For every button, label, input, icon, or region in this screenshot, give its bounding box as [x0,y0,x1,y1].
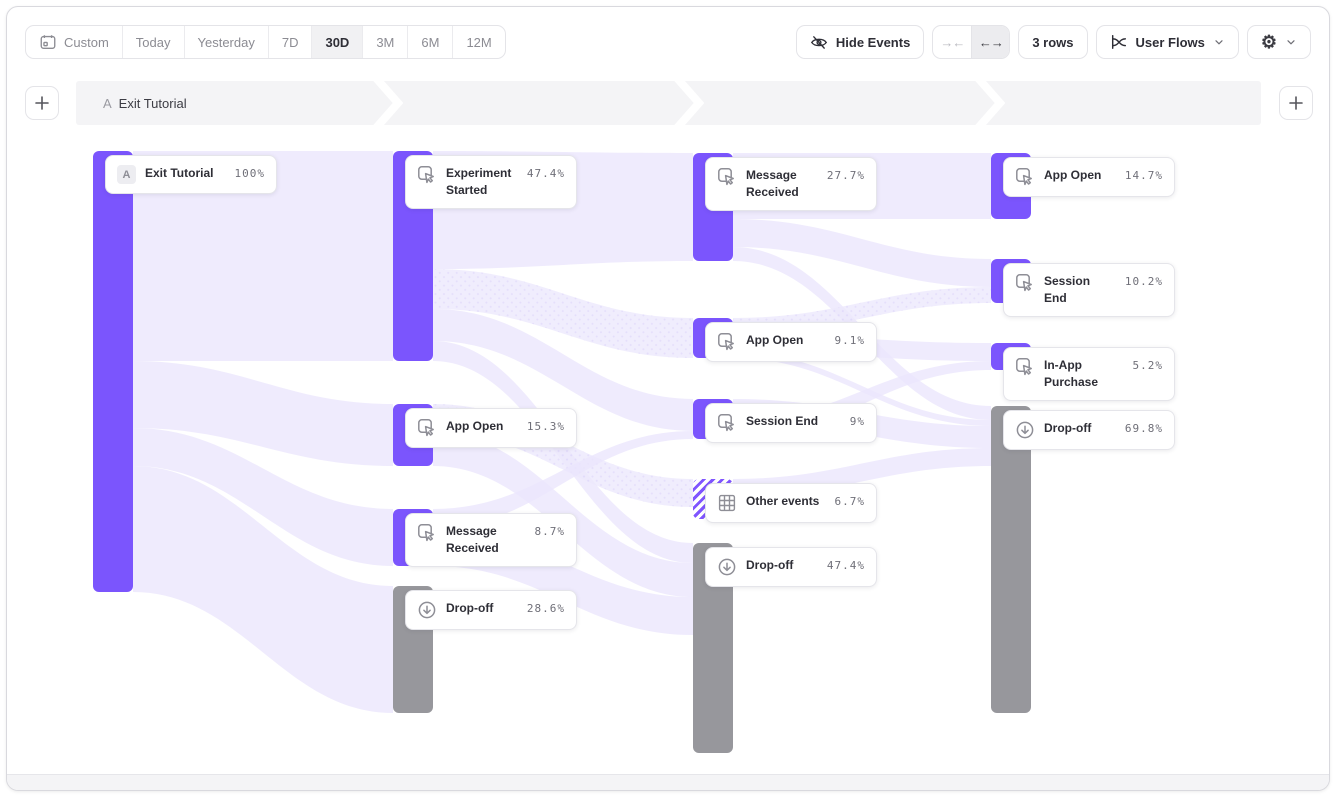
flow-node-card[interactable]: App Open 14.7% [1003,157,1175,197]
flow-node-card[interactable]: Drop-off 69.8% [1003,410,1175,450]
node-value: 6.7% [835,495,866,508]
event-icon [717,332,737,352]
node-label: App Open [446,418,518,435]
app-window: Custom Today Yesterday 7D 30D 3M 6M 12M … [6,6,1330,791]
dropoff-icon [417,600,437,620]
other-events-grid-icon [717,493,737,513]
node-value: 27.7% [827,169,865,182]
node-value: 47.4% [527,167,565,180]
event-icon [1015,357,1035,377]
dropoff-icon [1015,420,1035,440]
dropoff-icon [717,557,737,577]
node-value: 9% [850,415,865,428]
node-value: 5.2% [1133,359,1164,372]
node-label: Session End [1044,273,1116,307]
node-label: Drop-off [446,600,518,617]
node-value: 100% [235,167,266,180]
node-value: 28.6% [527,602,565,615]
node-label: Exit Tutorial [145,165,226,182]
flow-node-card[interactable]: Message Received 8.7% [405,513,577,567]
node-value: 47.4% [827,559,865,572]
node-value: 9.1% [835,334,866,347]
node-value: 8.7% [535,525,566,538]
flow-node-card[interactable]: Message Received 27.7% [705,157,877,211]
node-label: Drop-off [1044,420,1116,437]
node-value: 14.7% [1125,169,1163,182]
node-label: App Open [1044,167,1116,184]
step-badge: A [117,165,136,184]
flow-node-bar[interactable] [991,406,1031,713]
flow-node-card[interactable]: Session End 9% [705,403,877,443]
flow-node-card[interactable]: Session End 10.2% [1003,263,1175,317]
node-value: 15.3% [527,420,565,433]
node-label: Message Received [746,167,818,201]
flow-node-bar[interactable] [93,151,133,592]
node-label: In-App Purchase [1044,357,1124,391]
flow-node-card[interactable]: App Open 15.3% [405,408,577,448]
flow-node-card[interactable]: Other events 6.7% [705,483,877,523]
node-label: App Open [746,332,826,349]
event-icon [417,523,437,543]
node-label: Message Received [446,523,526,557]
flow-node-card[interactable]: Drop-off 28.6% [405,590,577,630]
node-label: Drop-off [746,557,818,574]
flow-node-card[interactable]: App Open 9.1% [705,322,877,362]
event-icon [417,418,437,438]
event-icon [1015,273,1035,293]
node-value: 10.2% [1125,275,1163,288]
flow-node-card[interactable]: A Exit Tutorial 100% [105,155,277,194]
node-label: Other events [746,493,826,510]
event-icon [417,165,437,185]
node-label: Experiment Started [446,165,518,199]
node-value: 69.8% [1125,422,1163,435]
user-flow-sankey: A Exit Tutorial 100% Experiment Started 47.4… [7,7,1330,777]
footer-strip [7,774,1329,790]
event-icon [717,413,737,433]
node-label: Session End [746,413,841,430]
event-icon [717,167,737,187]
event-icon [1015,167,1035,187]
flow-node-card[interactable]: Drop-off 47.4% [705,547,877,587]
flow-node-card[interactable]: In-App Purchase 5.2% [1003,347,1175,401]
flow-node-card[interactable]: Experiment Started 47.4% [405,155,577,209]
